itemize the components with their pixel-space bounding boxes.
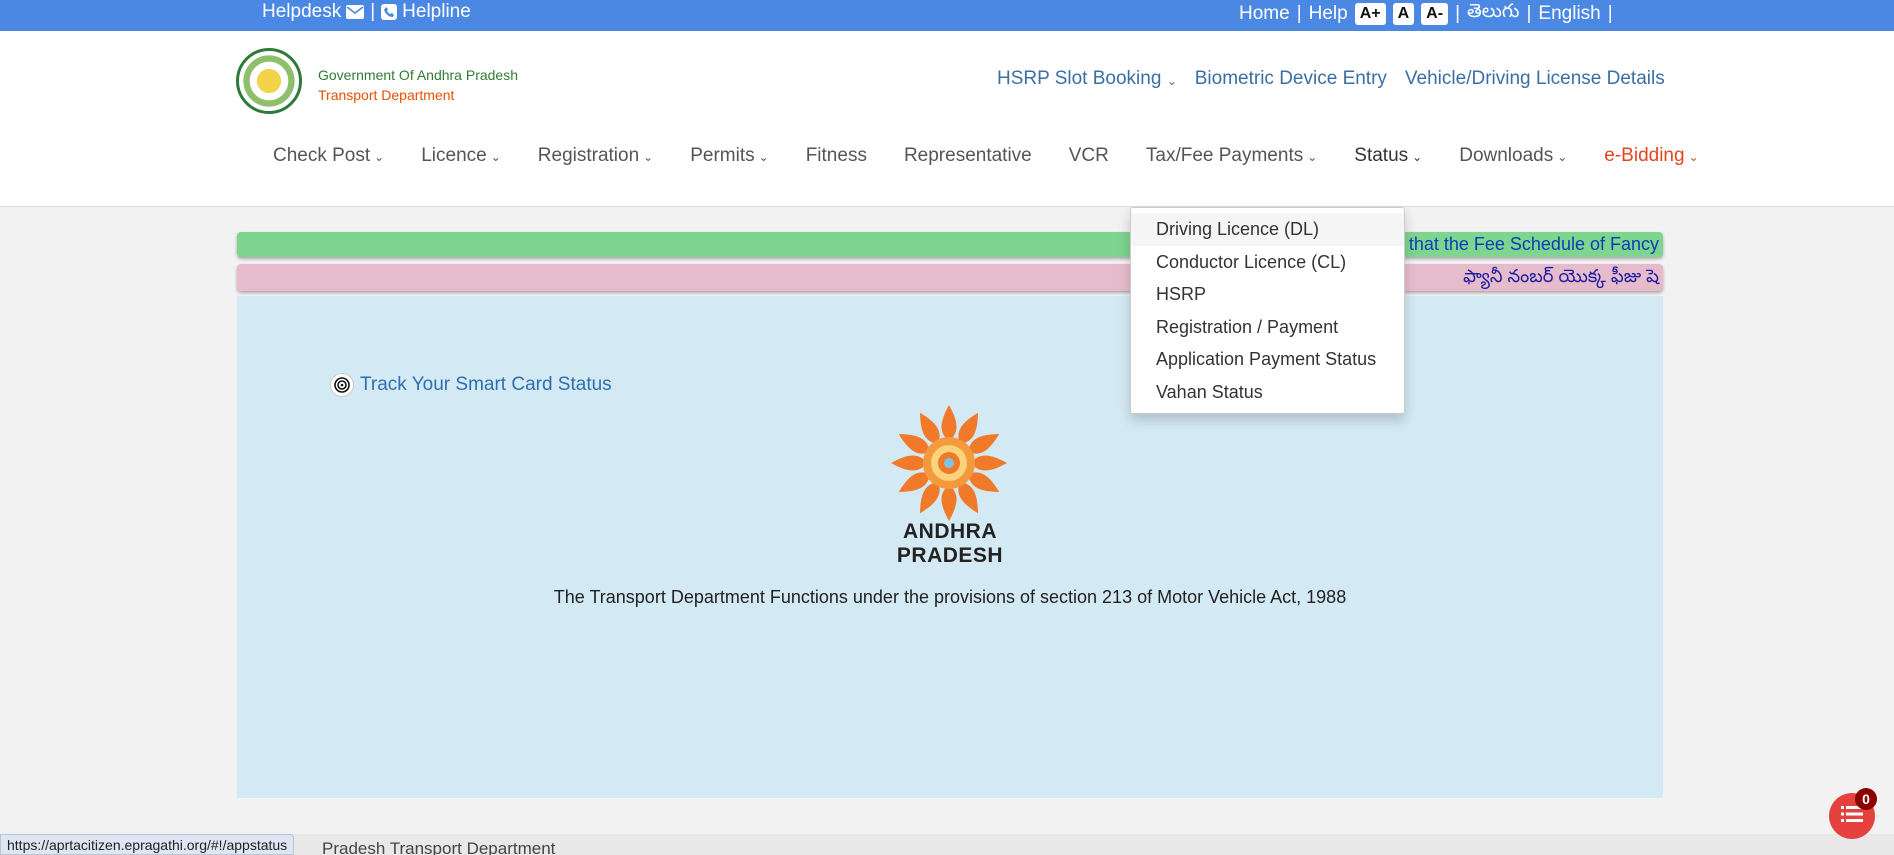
separator: |	[1296, 3, 1302, 24]
envelope-icon	[346, 5, 365, 19]
separator: |	[1455, 3, 1460, 24]
chevron-down-icon: ⌄	[1166, 74, 1177, 88]
helpline-link[interactable]: Helpline	[381, 1, 471, 23]
top-utility-bar: Helpdesk | Helpline Home | Help A+ A A- …	[0, 0, 1894, 31]
notification-count-badge: 0	[1855, 788, 1877, 810]
chevron-down-icon: ⌄	[1557, 150, 1568, 164]
helpdesk-link[interactable]: Helpdesk	[262, 1, 365, 23]
english-language-link[interactable]: English	[1538, 3, 1600, 25]
separator: |	[370, 1, 376, 22]
english-announcement-marquee: e that the Fee Schedule of Fancy	[237, 232, 1663, 257]
hsrp-slot-booking-link[interactable]: HSRP Slot Booking ⌄	[997, 68, 1177, 90]
status-dropdown-menu: Driving Licence (DL) Conductor Licence (…	[1130, 207, 1405, 414]
track-smart-card-label: Track Your Smart Card Status	[360, 374, 612, 395]
vehicle-dl-details-link[interactable]: Vehicle/Driving License Details	[1405, 68, 1665, 90]
marquee-text-telugu[interactable]: ఫ్యానీ నంబర్ యొక్క ఫీజు షె	[1463, 266, 1659, 291]
header-top-links: HSRP Slot Booking ⌄ Biometric Device Ent…	[997, 68, 1665, 90]
nav-tax-fee-payments[interactable]: Tax/Fee Payments ⌄	[1146, 145, 1317, 167]
chevron-down-icon: ⌄	[643, 150, 654, 164]
marquee-text-english[interactable]: e that the Fee Schedule of Fancy	[1394, 234, 1659, 255]
nav-representative[interactable]: Representative	[904, 145, 1032, 167]
nav-registration[interactable]: Registration ⌄	[538, 145, 653, 167]
nav-downloads[interactable]: Downloads ⌄	[1459, 145, 1567, 167]
biometric-device-entry-link[interactable]: Biometric Device Entry	[1195, 68, 1387, 90]
browser-status-url: https://aprtacitizen.epragathi.org/#!/ap…	[0, 834, 295, 855]
department-title: Government Of Andhra Pradesh Transport D…	[318, 65, 518, 105]
main-navigation: Check Post ⌄ Licence ⌄ Registration ⌄ Permi…	[273, 145, 1699, 167]
chevron-down-icon: ⌄	[374, 150, 385, 164]
department-description: The Transport Department Functions under…	[553, 587, 1347, 607]
gov-line2: Transport Department	[318, 87, 455, 103]
status-menu-item-driving-licence[interactable]: Driving Licence (DL)	[1131, 213, 1404, 246]
nav-fitness[interactable]: Fitness	[806, 145, 867, 167]
chevron-down-icon: ⌄	[758, 150, 769, 164]
state-name-wordmark: ANDHRA PRADESH	[896, 520, 1004, 567]
track-smart-card-link[interactable]: Track Your Smart Card Status	[330, 373, 612, 397]
font-decrease-button[interactable]: A-	[1421, 3, 1449, 25]
font-increase-button[interactable]: A+	[1354, 3, 1386, 25]
telugu-language-link[interactable]: తెలుగు	[1467, 1, 1519, 27]
status-menu-item-application-payment-status[interactable]: Application Payment Status	[1131, 343, 1404, 376]
phone-icon	[381, 4, 398, 20]
site-header: Government Of Andhra Pradesh Transport D…	[0, 31, 1894, 207]
gov-line1: Government Of Andhra Pradesh	[318, 67, 518, 83]
separator: |	[1607, 3, 1613, 24]
chevron-down-icon: ⌄	[1307, 150, 1318, 164]
font-normal-button[interactable]: A	[1392, 3, 1415, 25]
status-menu-item-registration-payment[interactable]: Registration / Payment	[1131, 311, 1404, 344]
nav-vcr[interactable]: VCR	[1069, 145, 1109, 167]
nav-check-post[interactable]: Check Post ⌄	[273, 145, 384, 167]
status-menu-item-conductor-licence[interactable]: Conductor Licence (CL)	[1131, 246, 1404, 279]
andhra-pradesh-emblem	[888, 402, 1010, 524]
nav-permits[interactable]: Permits ⌄	[690, 145, 768, 167]
nav-e-bidding[interactable]: e-Bidding ⌄	[1604, 145, 1698, 167]
chevron-down-icon: ⌄	[1412, 150, 1423, 164]
telugu-announcement-marquee: ఫ్యానీ నంబర్ యొక్క ఫీజు షె	[237, 264, 1663, 291]
chevron-down-icon: ⌄	[490, 150, 501, 164]
fingerprint-icon	[330, 373, 354, 397]
help-link[interactable]: Help	[1309, 3, 1348, 25]
nav-licence[interactable]: Licence ⌄	[421, 145, 501, 167]
status-menu-item-hsrp[interactable]: HSRP	[1131, 278, 1404, 311]
home-link[interactable]: Home	[1239, 3, 1290, 25]
status-menu-item-vahan-status[interactable]: Vahan Status	[1131, 376, 1404, 409]
footer-text: Pradesh Transport Department	[322, 839, 556, 855]
separator: |	[1526, 3, 1532, 24]
helpline-label: Helpline	[402, 1, 471, 22]
chevron-down-icon: ⌄	[1688, 150, 1699, 164]
government-emblem-logo[interactable]	[236, 48, 302, 114]
nav-status[interactable]: Status ⌄	[1354, 145, 1422, 167]
helpdesk-label: Helpdesk	[262, 1, 342, 22]
